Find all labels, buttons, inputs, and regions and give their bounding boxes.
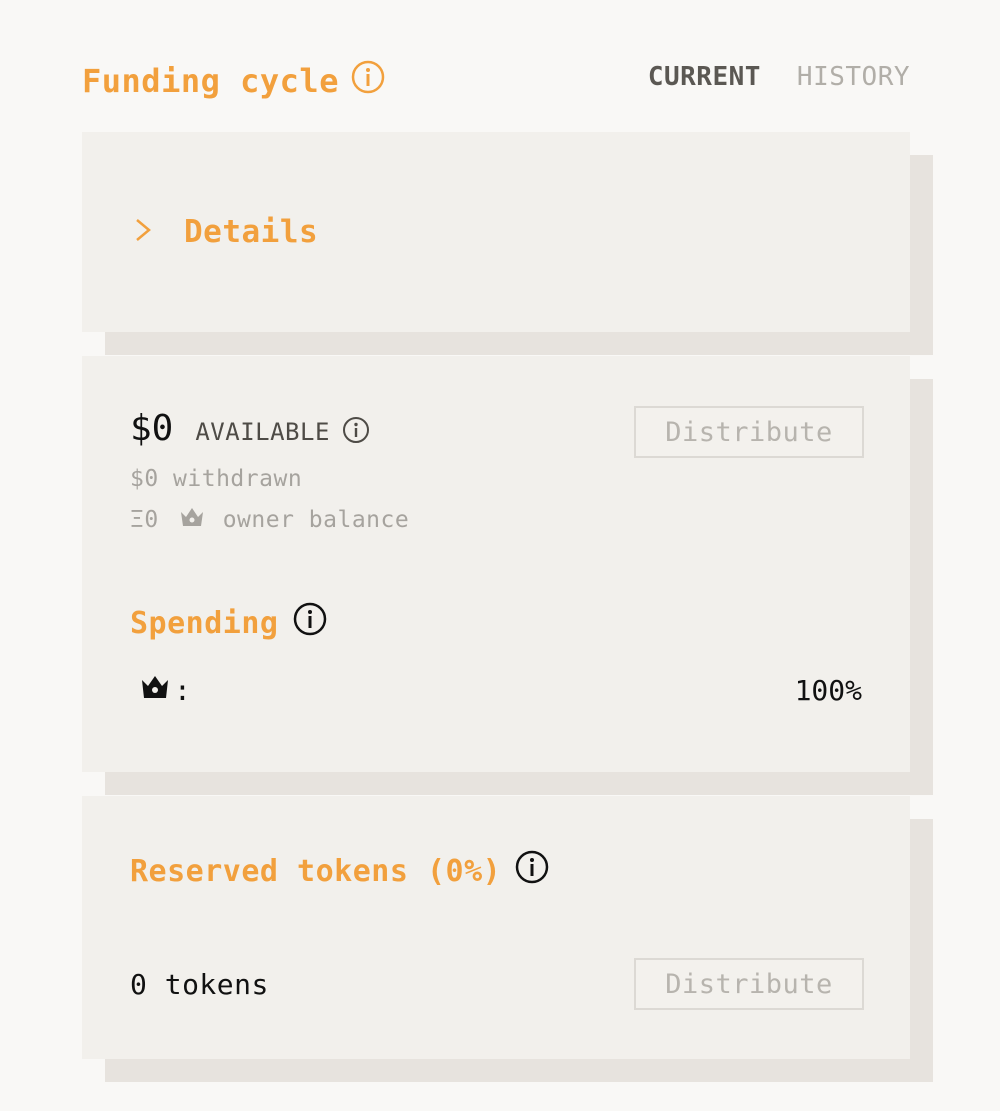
info-icon[interactable] — [293, 602, 327, 644]
balance-card: $0 AVAILABLE Distribute $0 withdrawn Ξ0 … — [82, 356, 910, 772]
spending-title: Spending — [130, 602, 327, 644]
crown-icon — [140, 674, 170, 707]
details-card-wrap: Details — [82, 132, 933, 355]
funding-cycle-title-text: Funding cycle — [82, 62, 339, 100]
spending-title-text: Spending — [130, 605, 279, 641]
recipient-separator: : — [174, 674, 191, 707]
spending-row: : 100% — [140, 674, 862, 707]
reserved-card-wrap: Reserved tokens (0%) 0 tokens Distribute — [82, 796, 933, 1082]
details-label: Details — [184, 214, 319, 250]
owner-amount: Ξ0 — [130, 507, 159, 533]
chevron-right-icon — [132, 217, 154, 247]
info-icon[interactable] — [342, 416, 370, 448]
spending-recipient: : — [140, 674, 191, 707]
crown-icon — [179, 506, 205, 534]
funding-cycle-header: Funding cycle CURRENT HISTORY — [82, 56, 910, 104]
details-card: Details — [82, 132, 910, 332]
info-icon[interactable] — [515, 850, 549, 892]
available-amount: $0 AVAILABLE — [130, 408, 370, 449]
tab-history[interactable]: HISTORY — [797, 62, 910, 92]
available-label: AVAILABLE — [195, 418, 330, 446]
distribute-funds-button[interactable]: Distribute — [634, 406, 864, 458]
owner-balance: Ξ0 owner balance — [130, 506, 409, 534]
details-toggle[interactable]: Details — [132, 214, 318, 250]
owner-balance-label: owner balance — [222, 507, 410, 533]
distribute-tokens-button[interactable]: Distribute — [634, 958, 864, 1010]
reserved-tokens-title: Reserved tokens (0%) — [130, 850, 549, 892]
amount-value: $0 — [130, 408, 174, 449]
withdrawn-text: $0 withdrawn — [130, 466, 303, 492]
reserved-tokens-count: 0 tokens — [130, 968, 269, 1001]
spending-percent: 100% — [794, 674, 862, 707]
funding-cycle-title: Funding cycle — [82, 60, 385, 102]
reserved-tokens-card: Reserved tokens (0%) 0 tokens Distribute — [82, 796, 910, 1059]
reserved-tokens-title-text: Reserved tokens (0%) — [130, 853, 502, 889]
tab-current[interactable]: CURRENT — [648, 62, 761, 92]
cycle-tabs: CURRENT HISTORY — [648, 62, 910, 92]
balance-card-wrap: $0 AVAILABLE Distribute $0 withdrawn Ξ0 … — [82, 356, 933, 795]
info-icon[interactable] — [351, 60, 385, 102]
